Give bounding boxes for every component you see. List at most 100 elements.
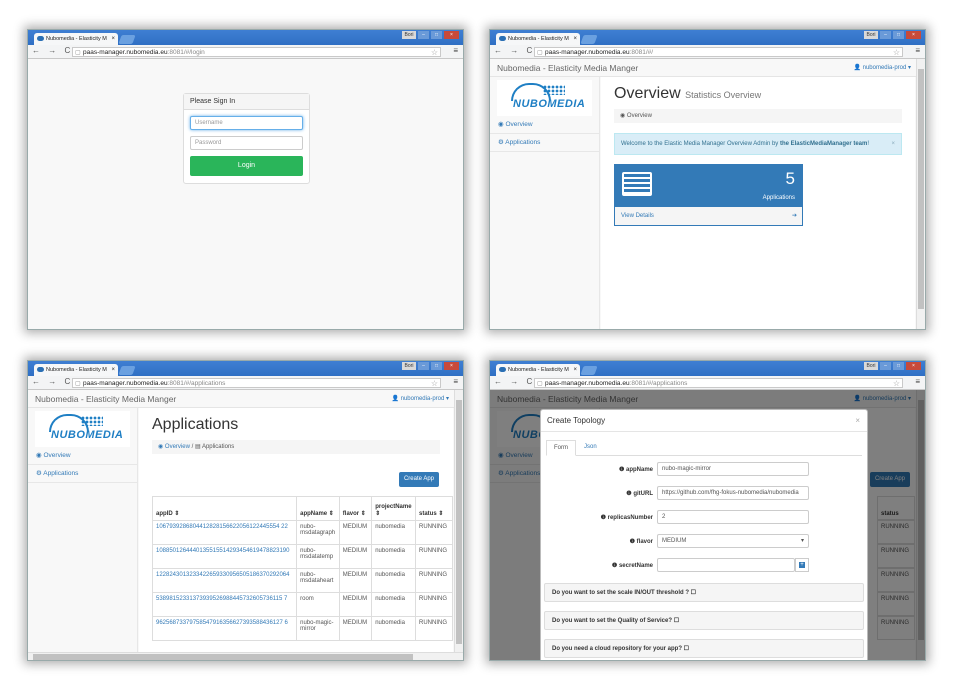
- sidebar-item-applications[interactable]: ⚙ Applications: [28, 465, 137, 483]
- qos-toggle[interactable]: Do you want to set the Quality of Servic…: [544, 611, 864, 630]
- close-button[interactable]: ×: [906, 31, 921, 39]
- username-input[interactable]: Username: [190, 116, 303, 130]
- page-icon: ▢: [537, 381, 543, 387]
- col-projectname-header[interactable]: projectName ⇕: [371, 496, 416, 521]
- star-icon[interactable]: ☆: [431, 48, 438, 56]
- tab-close-icon[interactable]: ×: [111, 33, 115, 45]
- maximize-button[interactable]: □: [431, 31, 442, 39]
- flavor-select[interactable]: MEDIUM: [657, 534, 809, 548]
- tab-close-icon[interactable]: ×: [573, 33, 577, 45]
- list-icon: [622, 172, 652, 196]
- col-flavor-header[interactable]: flavor ⇕: [338, 496, 373, 521]
- menu-icon[interactable]: ≡: [453, 377, 458, 386]
- modal-close-icon[interactable]: ×: [855, 410, 860, 432]
- sidebar: NUBOMEDIA ◉ Overview ⚙ Applications: [28, 408, 138, 660]
- profile-button[interactable]: Bori: [402, 31, 416, 39]
- new-tab-button[interactable]: [118, 35, 136, 44]
- col-status-header[interactable]: status ⇕: [415, 496, 453, 521]
- password-input[interactable]: Password: [190, 136, 303, 150]
- nav-buttons[interactable]: ← → C: [32, 46, 73, 55]
- new-tab-button[interactable]: [580, 35, 598, 44]
- profile-button[interactable]: Bori: [864, 362, 878, 370]
- profile-button[interactable]: Bori: [864, 31, 878, 39]
- minimize-button[interactable]: –: [880, 31, 891, 39]
- table-icon: ▤: [194, 444, 202, 450]
- view-details-link[interactable]: View Details ➔: [615, 207, 802, 225]
- page-icon: ▢: [537, 50, 543, 56]
- breadcrumb-overview-link[interactable]: ◉ Overview: [158, 444, 190, 450]
- form-row-replicas: ❶ replicasNumber 2: [541, 510, 867, 531]
- scale-threshold-toggle[interactable]: Do you want to set the scale IN/OUT thre…: [544, 583, 864, 602]
- close-button[interactable]: ×: [444, 362, 459, 370]
- vertical-scrollbar[interactable]: [916, 59, 925, 329]
- login-button[interactable]: Login: [190, 156, 303, 176]
- app-id-link[interactable]: 1228243013233422659330956505186370292064: [156, 572, 289, 578]
- browser-tab[interactable]: Nubomedia - Elasticity M ×: [496, 33, 580, 45]
- menu-icon[interactable]: ≡: [915, 377, 920, 386]
- app-id-link[interactable]: 53898152331373939526988445732605736115 7: [156, 596, 287, 602]
- brand-title[interactable]: Nubomedia - Elasticity Media Manger: [35, 394, 176, 404]
- user-dropdown[interactable]: 👤 nubomedia-prod ▾: [853, 64, 911, 71]
- title-bar: Nubomedia - Elasticity M × Bori – □ ×: [28, 361, 463, 376]
- table-header-row: appID ⇕ appName ⇕ flavor ⇕ projectName ⇕…: [151, 496, 453, 521]
- sidebar-item-applications[interactable]: ⚙ Applications: [490, 134, 599, 152]
- star-icon[interactable]: ☆: [431, 379, 438, 387]
- giturl-input[interactable]: https://github.com/fhg-fokus-nubomedia/n…: [657, 486, 809, 500]
- window-controls: Bori – □ ×: [402, 31, 459, 39]
- brand-title[interactable]: Nubomedia - Elasticity Media Manger: [497, 63, 638, 73]
- nav-buttons[interactable]: ← → C: [32, 377, 73, 386]
- sidebar-item-overview[interactable]: ◉ Overview: [28, 447, 137, 465]
- minimize-button[interactable]: –: [880, 362, 891, 370]
- close-button[interactable]: ×: [444, 31, 459, 39]
- app-id-link[interactable]: 1067939286804412828156622056122445554 22: [156, 524, 288, 530]
- user-dropdown[interactable]: 👤 nubomedia-prod ▾: [391, 395, 449, 402]
- col-appname-header[interactable]: appName ⇕: [296, 496, 340, 521]
- cell-project: nubomedia: [371, 616, 416, 641]
- app-id-link[interactable]: 96256873379758547916356627393588436127 6: [156, 620, 288, 626]
- new-tab-button[interactable]: [580, 366, 598, 375]
- minimize-button[interactable]: –: [418, 362, 429, 370]
- tab-form[interactable]: Form: [546, 440, 576, 456]
- maximize-button[interactable]: □: [893, 362, 904, 370]
- appname-input[interactable]: nubo-magic-mirror: [657, 462, 809, 476]
- cell-project: nubomedia: [371, 520, 416, 545]
- horizontal-scrollbar[interactable]: [28, 652, 463, 660]
- new-tab-button[interactable]: [118, 366, 136, 375]
- appname-label: ❶ appName: [618, 467, 653, 473]
- replicas-input[interactable]: 2: [657, 510, 809, 524]
- main-content: Overview Statistics Overview ◉ Overview …: [601, 77, 915, 329]
- maximize-button[interactable]: □: [431, 362, 442, 370]
- browser-tab[interactable]: Nubomedia - Elasticity M ×: [496, 364, 580, 376]
- close-button[interactable]: ×: [906, 362, 921, 370]
- page-content: Please Sign In Username Password Login: [28, 59, 463, 329]
- tab-json[interactable]: Json: [577, 440, 604, 456]
- url-field[interactable]: ▢ paas-manager.nubomedia.eu:8081/#/applic…: [72, 378, 441, 388]
- cloud-icon: [499, 36, 506, 41]
- arrow-right-icon: ➔: [791, 213, 797, 219]
- star-icon[interactable]: ☆: [893, 48, 900, 56]
- profile-button[interactable]: Bori: [402, 362, 416, 370]
- tab-close-icon[interactable]: ×: [111, 364, 115, 376]
- tab-close-icon[interactable]: ×: [573, 364, 577, 376]
- nav-buttons[interactable]: ← → C: [494, 377, 535, 386]
- alert-close-icon[interactable]: ×: [891, 134, 895, 155]
- sidebar-item-overview[interactable]: ◉ Overview: [490, 116, 599, 134]
- cloud-repo-toggle[interactable]: Do you need a cloud repository for your …: [544, 639, 864, 658]
- star-icon[interactable]: ☆: [893, 379, 900, 387]
- menu-icon[interactable]: ≡: [915, 46, 920, 55]
- vertical-scrollbar[interactable]: [454, 390, 463, 652]
- browser-tab[interactable]: Nubomedia - Elasticity M ×: [34, 33, 118, 45]
- url-field[interactable]: ▢ paas-manager.nubomedia.eu:8081/#/☆: [534, 47, 903, 57]
- col-appid-header[interactable]: appID ⇕: [151, 496, 298, 521]
- add-secret-button[interactable]: +: [795, 558, 809, 572]
- menu-icon[interactable]: ≡: [453, 46, 458, 55]
- nav-buttons[interactable]: ← → C: [494, 46, 535, 55]
- url-field[interactable]: ▢ paas-manager.nubomedia.eu:8081/#/login ☆: [72, 47, 441, 57]
- browser-tab[interactable]: Nubomedia - Elasticity M ×: [34, 364, 118, 376]
- create-app-button[interactable]: Create App: [398, 472, 439, 487]
- url-field[interactable]: ▢ paas-manager.nubomedia.eu:8081/#/applic…: [534, 378, 903, 388]
- maximize-button[interactable]: □: [893, 31, 904, 39]
- minimize-button[interactable]: –: [418, 31, 429, 39]
- app-id-link[interactable]: 1088501264440135515514293454619478823190: [156, 548, 289, 554]
- secretname-input[interactable]: [657, 558, 795, 572]
